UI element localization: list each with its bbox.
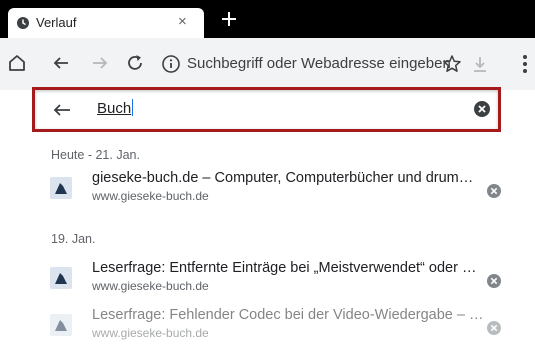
- new-tab-plus-icon[interactable]: [218, 8, 240, 30]
- tab-history[interactable]: Verlauf ×: [8, 8, 204, 38]
- remove-entry-icon[interactable]: [486, 273, 502, 289]
- omnibox-placeholder: Suchbegriff oder Webadresse eingeben: [187, 55, 451, 72]
- history-entry-title: gieseke-buch.de – Computer, Computerbüch…: [92, 170, 474, 186]
- clear-search-icon[interactable]: [473, 100, 491, 118]
- history-entry-title: Leserfrage: Fehlender Codec bei der Vide…: [92, 307, 484, 323]
- history-search-input[interactable]: Buch: [97, 99, 134, 117]
- history-entry-title: Leserfrage: Entfernte Einträge bei „Meis…: [92, 260, 477, 276]
- history-entry-url: www.gieseke-buch.de: [92, 189, 209, 203]
- home-icon[interactable]: [6, 52, 28, 74]
- site-favicon-icon: [50, 314, 72, 336]
- history-search-bar[interactable]: Buch: [35, 90, 498, 129]
- history-entry[interactable]: Leserfrage: Entfernte Einträge bei „Meis…: [40, 256, 510, 304]
- history-clock-icon: [17, 17, 29, 29]
- history-entry[interactable]: gieseke-buch.de – Computer, Computerbüch…: [40, 166, 510, 214]
- bookmark-star-icon[interactable]: [441, 53, 463, 75]
- tab-close-button[interactable]: ×: [178, 13, 187, 31]
- site-favicon-icon: [50, 267, 72, 289]
- info-icon[interactable]: [161, 54, 181, 74]
- history-entry-url: www.gieseke-buch.de: [92, 279, 209, 293]
- date-header-jan-19: 19. Jan.: [51, 232, 96, 246]
- browser-toolbar: Suchbegriff oder Webadresse eingeben: [0, 38, 535, 90]
- search-query-text: Buch: [97, 100, 132, 117]
- remove-entry-icon[interactable]: [486, 320, 502, 336]
- history-search-highlight: Buch: [32, 87, 501, 132]
- history-entry[interactable]: Leserfrage: Fehlender Codec bei der Vide…: [40, 303, 510, 348]
- site-favicon-icon: [50, 177, 72, 199]
- back-arrow-icon[interactable]: [50, 52, 72, 74]
- forward-arrow-icon[interactable]: [89, 52, 111, 74]
- omnibox[interactable]: Suchbegriff oder Webadresse eingeben: [153, 47, 513, 81]
- history-entry-url: www.gieseke-buch.de: [92, 326, 209, 340]
- more-menu-icon[interactable]: [519, 52, 531, 76]
- search-back-arrow-icon[interactable]: [51, 100, 73, 120]
- date-header-today: Heute - 21. Jan.: [51, 148, 140, 162]
- text-caret: [132, 99, 134, 116]
- remove-entry-icon[interactable]: [486, 183, 502, 199]
- download-icon[interactable]: [469, 53, 491, 75]
- tab-title: Verlauf: [36, 15, 77, 30]
- tab-strip: Verlauf ×: [0, 0, 535, 38]
- reload-icon[interactable]: [124, 52, 146, 74]
